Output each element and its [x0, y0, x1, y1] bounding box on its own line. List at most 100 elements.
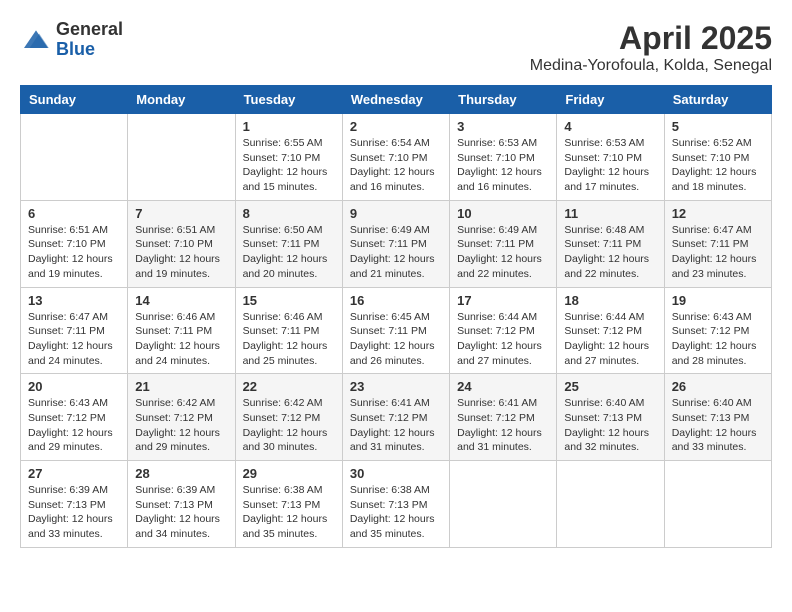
day-number: 15: [243, 293, 335, 308]
day-info: Sunrise: 6:46 AM Sunset: 7:11 PM Dayligh…: [243, 310, 335, 369]
month-title: April 2025: [530, 20, 772, 57]
day-number: 8: [243, 206, 335, 221]
title-block: April 2025 Medina-Yorofoula, Kolda, Sene…: [530, 20, 772, 75]
page-header: General Blue April 2025 Medina-Yorofoula…: [20, 20, 772, 75]
logo-icon: [20, 24, 52, 56]
logo-general-text: General: [56, 20, 123, 40]
day-info: Sunrise: 6:48 AM Sunset: 7:11 PM Dayligh…: [564, 223, 656, 282]
day-number: 12: [672, 206, 764, 221]
day-number: 2: [350, 119, 442, 134]
week-row-3: 13 Sunrise: 6:47 AM Sunset: 7:11 PM Dayli…: [21, 287, 772, 374]
week-row-4: 20Sunrise: 6:43 AM Sunset: 7:12 PM Dayli…: [21, 374, 772, 461]
day-number: 10: [457, 206, 549, 221]
day-info: Sunrise: 6:52 AM Sunset: 7:10 PM Dayligh…: [672, 136, 764, 195]
day-info: Sunrise: 6:40 AM Sunset: 7:13 PM Dayligh…: [564, 396, 656, 455]
day-info: Sunrise: 6:49 AM Sunset: 7:11 PM Dayligh…: [350, 223, 442, 282]
day-number: 17: [457, 293, 549, 308]
day-number: 16: [350, 293, 442, 308]
day-cell: 1 Sunrise: 6:55 AM Sunset: 7:10 PM Daylig…: [235, 114, 342, 201]
day-info: Sunrise: 6:44 AM Sunset: 7:12 PM Dayligh…: [564, 310, 656, 369]
day-info: Sunrise: 6:55 AM Sunset: 7:10 PM Dayligh…: [243, 136, 335, 195]
day-cell: 3Sunrise: 6:53 AM Sunset: 7:10 PM Daylig…: [450, 114, 557, 201]
day-number: 6: [28, 206, 120, 221]
location-title: Medina-Yorofoula, Kolda, Senegal: [530, 57, 772, 75]
day-number: 20: [28, 379, 120, 394]
day-cell: 26 Sunrise: 6:40 AM Sunset: 7:13 PM Dayli…: [664, 374, 771, 461]
day-cell: 10 Sunrise: 6:49 AM Sunset: 7:11 PM Dayli…: [450, 200, 557, 287]
day-cell: 22 Sunrise: 6:42 AM Sunset: 7:12 PM Dayli…: [235, 374, 342, 461]
weekday-header-friday: Friday: [557, 86, 664, 114]
day-info: Sunrise: 6:42 AM Sunset: 7:12 PM Dayligh…: [135, 396, 227, 455]
day-cell: [450, 461, 557, 548]
day-number: 21: [135, 379, 227, 394]
weekday-header-sunday: Sunday: [21, 86, 128, 114]
logo-text: General Blue: [56, 20, 123, 60]
day-cell: 5 Sunrise: 6:52 AM Sunset: 7:10 PM Daylig…: [664, 114, 771, 201]
day-cell: [128, 114, 235, 201]
day-info: Sunrise: 6:38 AM Sunset: 7:13 PM Dayligh…: [350, 483, 442, 542]
day-info: Sunrise: 6:42 AM Sunset: 7:12 PM Dayligh…: [243, 396, 335, 455]
day-cell: 17 Sunrise: 6:44 AM Sunset: 7:12 PM Dayli…: [450, 287, 557, 374]
day-number: 30: [350, 466, 442, 481]
day-number: 27: [28, 466, 120, 481]
day-info: Sunrise: 6:40 AM Sunset: 7:13 PM Dayligh…: [672, 396, 764, 455]
day-info: Sunrise: 6:54 AM Sunset: 7:10 PM Dayligh…: [350, 136, 442, 195]
weekday-header-saturday: Saturday: [664, 86, 771, 114]
logo: General Blue: [20, 20, 123, 60]
weekday-header-wednesday: Wednesday: [342, 86, 449, 114]
day-info: Sunrise: 6:49 AM Sunset: 7:11 PM Dayligh…: [457, 223, 549, 282]
day-cell: 11Sunrise: 6:48 AM Sunset: 7:11 PM Dayli…: [557, 200, 664, 287]
day-info: Sunrise: 6:45 AM Sunset: 7:11 PM Dayligh…: [350, 310, 442, 369]
day-number: 26: [672, 379, 764, 394]
day-cell: 6 Sunrise: 6:51 AM Sunset: 7:10 PM Daylig…: [21, 200, 128, 287]
day-cell: 20Sunrise: 6:43 AM Sunset: 7:12 PM Dayli…: [21, 374, 128, 461]
day-cell: 27 Sunrise: 6:39 AM Sunset: 7:13 PM Dayli…: [21, 461, 128, 548]
day-info: Sunrise: 6:41 AM Sunset: 7:12 PM Dayligh…: [350, 396, 442, 455]
day-number: 7: [135, 206, 227, 221]
day-number: 19: [672, 293, 764, 308]
weekday-header-thursday: Thursday: [450, 86, 557, 114]
weekday-header-monday: Monday: [128, 86, 235, 114]
day-number: 24: [457, 379, 549, 394]
day-info: Sunrise: 6:51 AM Sunset: 7:10 PM Dayligh…: [135, 223, 227, 282]
day-cell: 4Sunrise: 6:53 AM Sunset: 7:10 PM Daylig…: [557, 114, 664, 201]
day-cell: 30 Sunrise: 6:38 AM Sunset: 7:13 PM Dayli…: [342, 461, 449, 548]
day-cell: 7 Sunrise: 6:51 AM Sunset: 7:10 PM Daylig…: [128, 200, 235, 287]
day-info: Sunrise: 6:44 AM Sunset: 7:12 PM Dayligh…: [457, 310, 549, 369]
day-number: 5: [672, 119, 764, 134]
day-number: 18: [564, 293, 656, 308]
day-cell: [557, 461, 664, 548]
day-cell: [21, 114, 128, 201]
day-cell: 16 Sunrise: 6:45 AM Sunset: 7:11 PM Dayli…: [342, 287, 449, 374]
day-cell: 21 Sunrise: 6:42 AM Sunset: 7:12 PM Dayli…: [128, 374, 235, 461]
day-cell: 9Sunrise: 6:49 AM Sunset: 7:11 PM Daylig…: [342, 200, 449, 287]
logo-blue-text: Blue: [56, 40, 123, 60]
day-info: Sunrise: 6:38 AM Sunset: 7:13 PM Dayligh…: [243, 483, 335, 542]
day-cell: 25 Sunrise: 6:40 AM Sunset: 7:13 PM Dayli…: [557, 374, 664, 461]
day-info: Sunrise: 6:47 AM Sunset: 7:11 PM Dayligh…: [28, 310, 120, 369]
day-cell: 23 Sunrise: 6:41 AM Sunset: 7:12 PM Dayli…: [342, 374, 449, 461]
weekday-header-row: SundayMondayTuesdayWednesdayThursdayFrid…: [21, 86, 772, 114]
day-info: Sunrise: 6:39 AM Sunset: 7:13 PM Dayligh…: [28, 483, 120, 542]
day-number: 25: [564, 379, 656, 394]
day-cell: 13 Sunrise: 6:47 AM Sunset: 7:11 PM Dayli…: [21, 287, 128, 374]
week-row-1: 1 Sunrise: 6:55 AM Sunset: 7:10 PM Daylig…: [21, 114, 772, 201]
day-number: 1: [243, 119, 335, 134]
day-number: 13: [28, 293, 120, 308]
day-cell: 29 Sunrise: 6:38 AM Sunset: 7:13 PM Dayli…: [235, 461, 342, 548]
day-number: 22: [243, 379, 335, 394]
day-cell: [664, 461, 771, 548]
day-cell: 24 Sunrise: 6:41 AM Sunset: 7:12 PM Dayli…: [450, 374, 557, 461]
day-number: 28: [135, 466, 227, 481]
day-info: Sunrise: 6:47 AM Sunset: 7:11 PM Dayligh…: [672, 223, 764, 282]
week-row-5: 27 Sunrise: 6:39 AM Sunset: 7:13 PM Dayli…: [21, 461, 772, 548]
day-cell: 19Sunrise: 6:43 AM Sunset: 7:12 PM Dayli…: [664, 287, 771, 374]
day-number: 23: [350, 379, 442, 394]
day-info: Sunrise: 6:51 AM Sunset: 7:10 PM Dayligh…: [28, 223, 120, 282]
day-cell: 28Sunrise: 6:39 AM Sunset: 7:13 PM Dayli…: [128, 461, 235, 548]
day-number: 29: [243, 466, 335, 481]
calendar-table: SundayMondayTuesdayWednesdayThursdayFrid…: [20, 85, 772, 548]
week-row-2: 6 Sunrise: 6:51 AM Sunset: 7:10 PM Daylig…: [21, 200, 772, 287]
day-number: 14: [135, 293, 227, 308]
day-info: Sunrise: 6:41 AM Sunset: 7:12 PM Dayligh…: [457, 396, 549, 455]
